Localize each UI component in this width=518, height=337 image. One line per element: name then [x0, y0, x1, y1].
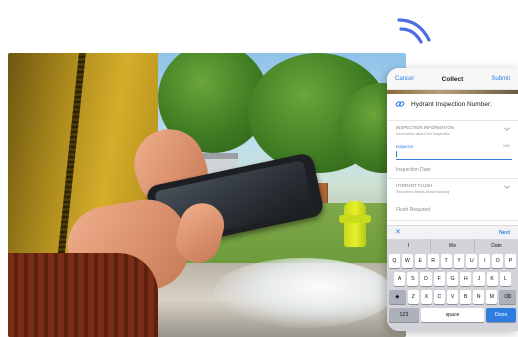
section-inspection-information[interactable]: INSPECTION INFORMATION Information about…: [387, 124, 518, 144]
keyboard-row: Q W E R T Y U I O P: [389, 254, 517, 268]
key-p[interactable]: P: [505, 254, 517, 268]
done-key[interactable]: Done: [486, 308, 517, 322]
key-u[interactable]: U: [466, 254, 478, 268]
keyboard-toolbar: ✕ Next: [387, 225, 518, 239]
inspector-label: Inspector: [396, 144, 414, 149]
section-subtitle: Information about the inspection: [396, 132, 451, 136]
character-count: 0/50: [503, 144, 510, 148]
sleeve-cuff: [8, 253, 158, 337]
key-h[interactable]: H: [460, 272, 472, 286]
field-worker-photo: [8, 53, 406, 337]
key-s[interactable]: S: [407, 272, 419, 286]
key-v[interactable]: V: [446, 290, 459, 304]
section-hydrant-flush[interactable]: HYDRANT FLUSH Recorded details about flu…: [387, 182, 518, 202]
chevron-down-icon: [504, 127, 510, 131]
close-icon[interactable]: ✕: [395, 229, 401, 236]
delete-key[interactable]: ⌫: [499, 290, 516, 304]
prediction-suggestion[interactable]: We: [431, 239, 475, 252]
key-w[interactable]: W: [401, 254, 413, 268]
water-spray: [213, 258, 393, 328]
key-z[interactable]: Z: [407, 290, 419, 304]
collect-app-screen: Cancel Collect Submit Hydrant Inspection…: [387, 68, 518, 331]
keyboard-row: A S D F G H J K L: [394, 272, 511, 286]
divider: [387, 178, 518, 179]
navigation-bar: Cancel Collect Submit: [387, 68, 518, 90]
key-q[interactable]: Q: [389, 254, 400, 268]
prediction-suggestion[interactable]: Date: [475, 239, 518, 252]
inspector-field[interactable]: Inspector 0/50: [387, 144, 518, 164]
divider: [387, 120, 518, 121]
text-cursor: [396, 151, 397, 157]
prediction-suggestion[interactable]: I: [387, 239, 431, 252]
form-header: Hydrant Inspection Number:: [387, 94, 518, 116]
key-r[interactable]: R: [427, 254, 439, 268]
key-b[interactable]: B: [460, 290, 472, 304]
key-m[interactable]: M: [486, 290, 498, 304]
chevron-down-icon: [504, 185, 510, 189]
space-key[interactable]: space: [420, 308, 485, 322]
fire-hydrant: [339, 201, 371, 247]
wifi-signal-icon: [397, 18, 431, 44]
form-title: Hydrant Inspection Number:: [411, 101, 492, 108]
key-o[interactable]: O: [492, 254, 504, 268]
divider: [387, 220, 518, 221]
inspection-date-label: Inspection Date: [396, 167, 431, 173]
shift-key[interactable]: ◆: [389, 290, 406, 304]
section-title: INSPECTION INFORMATION: [396, 125, 454, 130]
onscreen-keyboard: I We Date Q W E R T Y U I O P A S D F G …: [387, 239, 518, 331]
section-subtitle: Recorded details about flushing: [396, 190, 450, 194]
key-a[interactable]: A: [394, 272, 406, 286]
flush-required-label: Flush Required: [396, 207, 430, 213]
key-l[interactable]: L: [499, 272, 511, 286]
key-k[interactable]: K: [486, 272, 498, 286]
key-t[interactable]: T: [440, 254, 452, 268]
key-f[interactable]: F: [433, 272, 445, 286]
active-field-underline: [396, 159, 512, 160]
keyboard-row: ◆ Z X C V B N M ⌫: [389, 290, 516, 304]
numbers-key[interactable]: 123: [389, 308, 419, 322]
next-button[interactable]: Next: [499, 230, 510, 236]
key-e[interactable]: E: [414, 254, 426, 268]
key-d[interactable]: D: [420, 272, 432, 286]
key-j[interactable]: J: [473, 272, 485, 286]
submit-button[interactable]: Submit: [491, 76, 510, 82]
flush-required-field[interactable]: Flush Required: [387, 204, 518, 220]
key-x[interactable]: X: [420, 290, 432, 304]
link-icon: [395, 101, 405, 107]
key-c[interactable]: C: [433, 290, 445, 304]
key-y[interactable]: Y: [453, 254, 465, 268]
key-g[interactable]: G: [446, 272, 459, 286]
section-title: HYDRANT FLUSH: [396, 183, 433, 188]
key-i[interactable]: I: [479, 254, 491, 268]
key-n[interactable]: N: [473, 290, 485, 304]
predictive-text-bar: I We Date: [387, 239, 518, 252]
keyboard-row: 123 space Done: [389, 308, 517, 322]
